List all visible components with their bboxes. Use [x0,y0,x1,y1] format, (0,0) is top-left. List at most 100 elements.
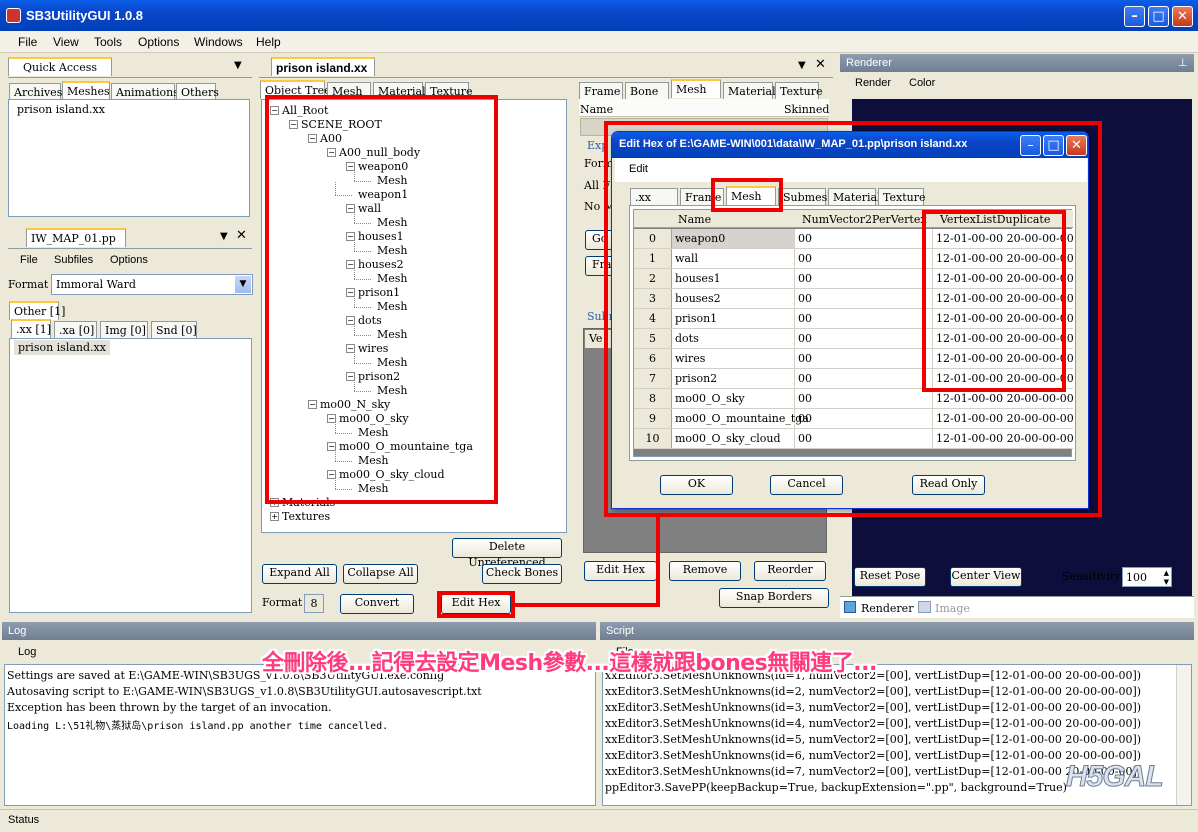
menu-view[interactable]: View [53,35,79,49]
sensitivity-spinner[interactable]: 100 ▲ ▼ [1122,567,1172,587]
tree-node[interactable]: Textures [282,510,330,523]
meshes-list: prison island.xx [8,99,250,217]
mesh-list-header: Name Skinned [579,99,829,117]
quick-access-panel: Quick Access ▼ Archives Meshes Animation… [6,56,254,222]
menu-options[interactable]: Options [138,35,179,49]
tab-frame[interactable]: Frame [579,82,623,99]
menu-tools[interactable]: Tools [94,35,122,49]
menu-bar: File View Tools Options Windows Help [0,31,1198,53]
maximize-icon[interactable]: □ [1148,6,1169,27]
dropdown-arrow-icon[interactable]: ▼ [234,60,242,71]
script-line: ppEditor3.SavePP(keepBackup=True, backup… [605,781,1067,794]
minimize-icon[interactable]: – [1124,6,1145,27]
close-icon[interactable]: ✕ [236,228,247,243]
spin-down-icon[interactable]: ▼ [1164,578,1169,586]
format-value: Immoral Ward [56,278,136,291]
tab-others[interactable]: Others [176,83,219,100]
menu-windows[interactable]: Windows [194,35,243,49]
status-text: Status [8,814,40,826]
close-icon[interactable]: ✕ [1172,6,1193,27]
log-menu[interactable]: Log [18,646,36,658]
tab-right-texture[interactable]: Texture [775,82,822,99]
status-bar: Status [0,809,1198,832]
log-title: Log [8,625,27,637]
tab-snd[interactable]: Snd [0] [151,321,197,338]
format-select[interactable]: Immoral Ward ▼ [51,274,253,295]
quick-access-tab[interactable]: Quick Access [8,57,112,76]
tab-meshes[interactable]: Meshes [62,81,110,100]
script-line: xxEditor3.SetMeshUnknowns(id=6, numVecto… [605,749,1142,762]
tab-xx[interactable]: .xx [1] [11,319,51,338]
annotation-connector [515,603,660,607]
color-menu[interactable]: Color [909,77,935,89]
annotation-connector [656,517,660,607]
image-icon [918,601,931,613]
dropdown-arrow-icon[interactable]: ▼ [220,231,228,242]
submesh-edit-hex-button[interactable]: Edit Hex [584,561,657,581]
tab-bone[interactable]: Bone [625,82,669,99]
renderer-icon [844,601,856,613]
format-number-field[interactable]: 8 [304,594,324,613]
pp-menu-subfiles[interactable]: Subfiles [54,254,93,266]
script-line: xxEditor3.SetMeshUnknowns(id=4, numVecto… [605,717,1142,730]
pp-panel: IW_MAP_01.pp ▼ ✕ File Subfiles Options F… [6,226,254,616]
tab-right-material[interactable]: Material [723,82,776,99]
close-icon[interactable]: ✕ [815,57,826,72]
caption-overlay: 全刪除後...記得去設定Mesh參數...這樣就跟bones無關連了... [262,651,877,676]
reset-pose-button[interactable]: Reset Pose [854,567,926,587]
expand-all-button[interactable]: Expand All [262,564,337,584]
tree-expander-icon[interactable]: + [270,512,279,521]
format-label: Format [262,596,303,609]
remove-button[interactable]: Remove [669,561,741,581]
script-line: xxEditor3.SetMeshUnknowns(id=2, numVecto… [605,685,1142,698]
tab-xa[interactable]: .xa [0] [54,321,97,338]
check-bones-button[interactable]: Check Bones [482,564,562,584]
pp-menu-options[interactable]: Options [110,254,148,266]
annotation-tree-box [265,95,498,504]
script-scrollbar[interactable] [1176,665,1191,805]
tab-image[interactable]: Image [935,602,970,615]
script-header: Script [600,622,1194,640]
reorder-button[interactable]: Reorder [754,561,826,581]
title-bar: SB3UtilityGUI 1.0.8 – □ ✕ [0,0,1198,31]
convert-button[interactable]: Convert [340,594,414,614]
script-line: xxEditor3.SetMeshUnknowns(id=7, numVecto… [605,765,1142,778]
log-line: Exception has been thrown by the target … [7,701,332,714]
tab-right-mesh[interactable]: Mesh [671,79,721,98]
chevron-down-icon[interactable]: ▼ [235,276,251,293]
renderer-tabs: Renderer Image [840,596,1194,618]
sensitivity-label: Sensitivity [1062,570,1121,583]
doc-tab[interactable]: prison island.xx [271,57,375,76]
renderer-title: Renderer [846,57,892,69]
pp-menu-file[interactable]: File [20,254,38,266]
menu-file[interactable]: File [18,35,37,49]
pin-icon[interactable]: ⊥ [1178,56,1188,69]
annotation-edit-hex-box [437,591,515,618]
menu-help[interactable]: Help [256,35,281,49]
tab-other[interactable]: Other [1] [9,301,65,320]
window-title: SB3UtilityGUI 1.0.8 [26,8,144,23]
spin-up-icon[interactable]: ▲ [1164,569,1169,577]
format-label: Format [8,278,49,291]
script-title: Script [606,625,635,637]
tab-renderer[interactable]: Renderer [861,602,913,615]
renderer-header: Renderer [840,54,1194,72]
annotation-mesh-tab-box [711,178,783,212]
render-menu[interactable]: Render [855,77,891,89]
log-text[interactable]: Settings are saved at E:\GAME-WIN\SB3UGS… [4,664,596,806]
xx-file-list: prison island.xx [9,338,252,613]
pp-tab[interactable]: IW_MAP_01.pp [26,228,126,247]
log-line: Autosaving script to E:\GAME-WIN\SB3UGS_… [7,685,482,698]
app-icon [6,8,21,23]
snap-borders-button[interactable]: Snap Borders [719,588,829,608]
tab-img[interactable]: Img [0] [100,321,148,338]
tab-animations[interactable]: Animations [111,83,179,100]
center-view-button[interactable]: Center View [950,567,1022,587]
list-item[interactable]: prison island.xx [14,340,110,355]
delete-unreferenced-button[interactable]: Delete Unreferenced [452,538,562,569]
collapse-all-button[interactable]: Collapse All [343,564,418,584]
log-header: Log [2,622,596,640]
list-item[interactable]: prison island.xx [17,103,105,116]
dropdown-arrow-icon[interactable]: ▼ [798,60,806,71]
tab-archives[interactable]: Archives [9,83,62,100]
